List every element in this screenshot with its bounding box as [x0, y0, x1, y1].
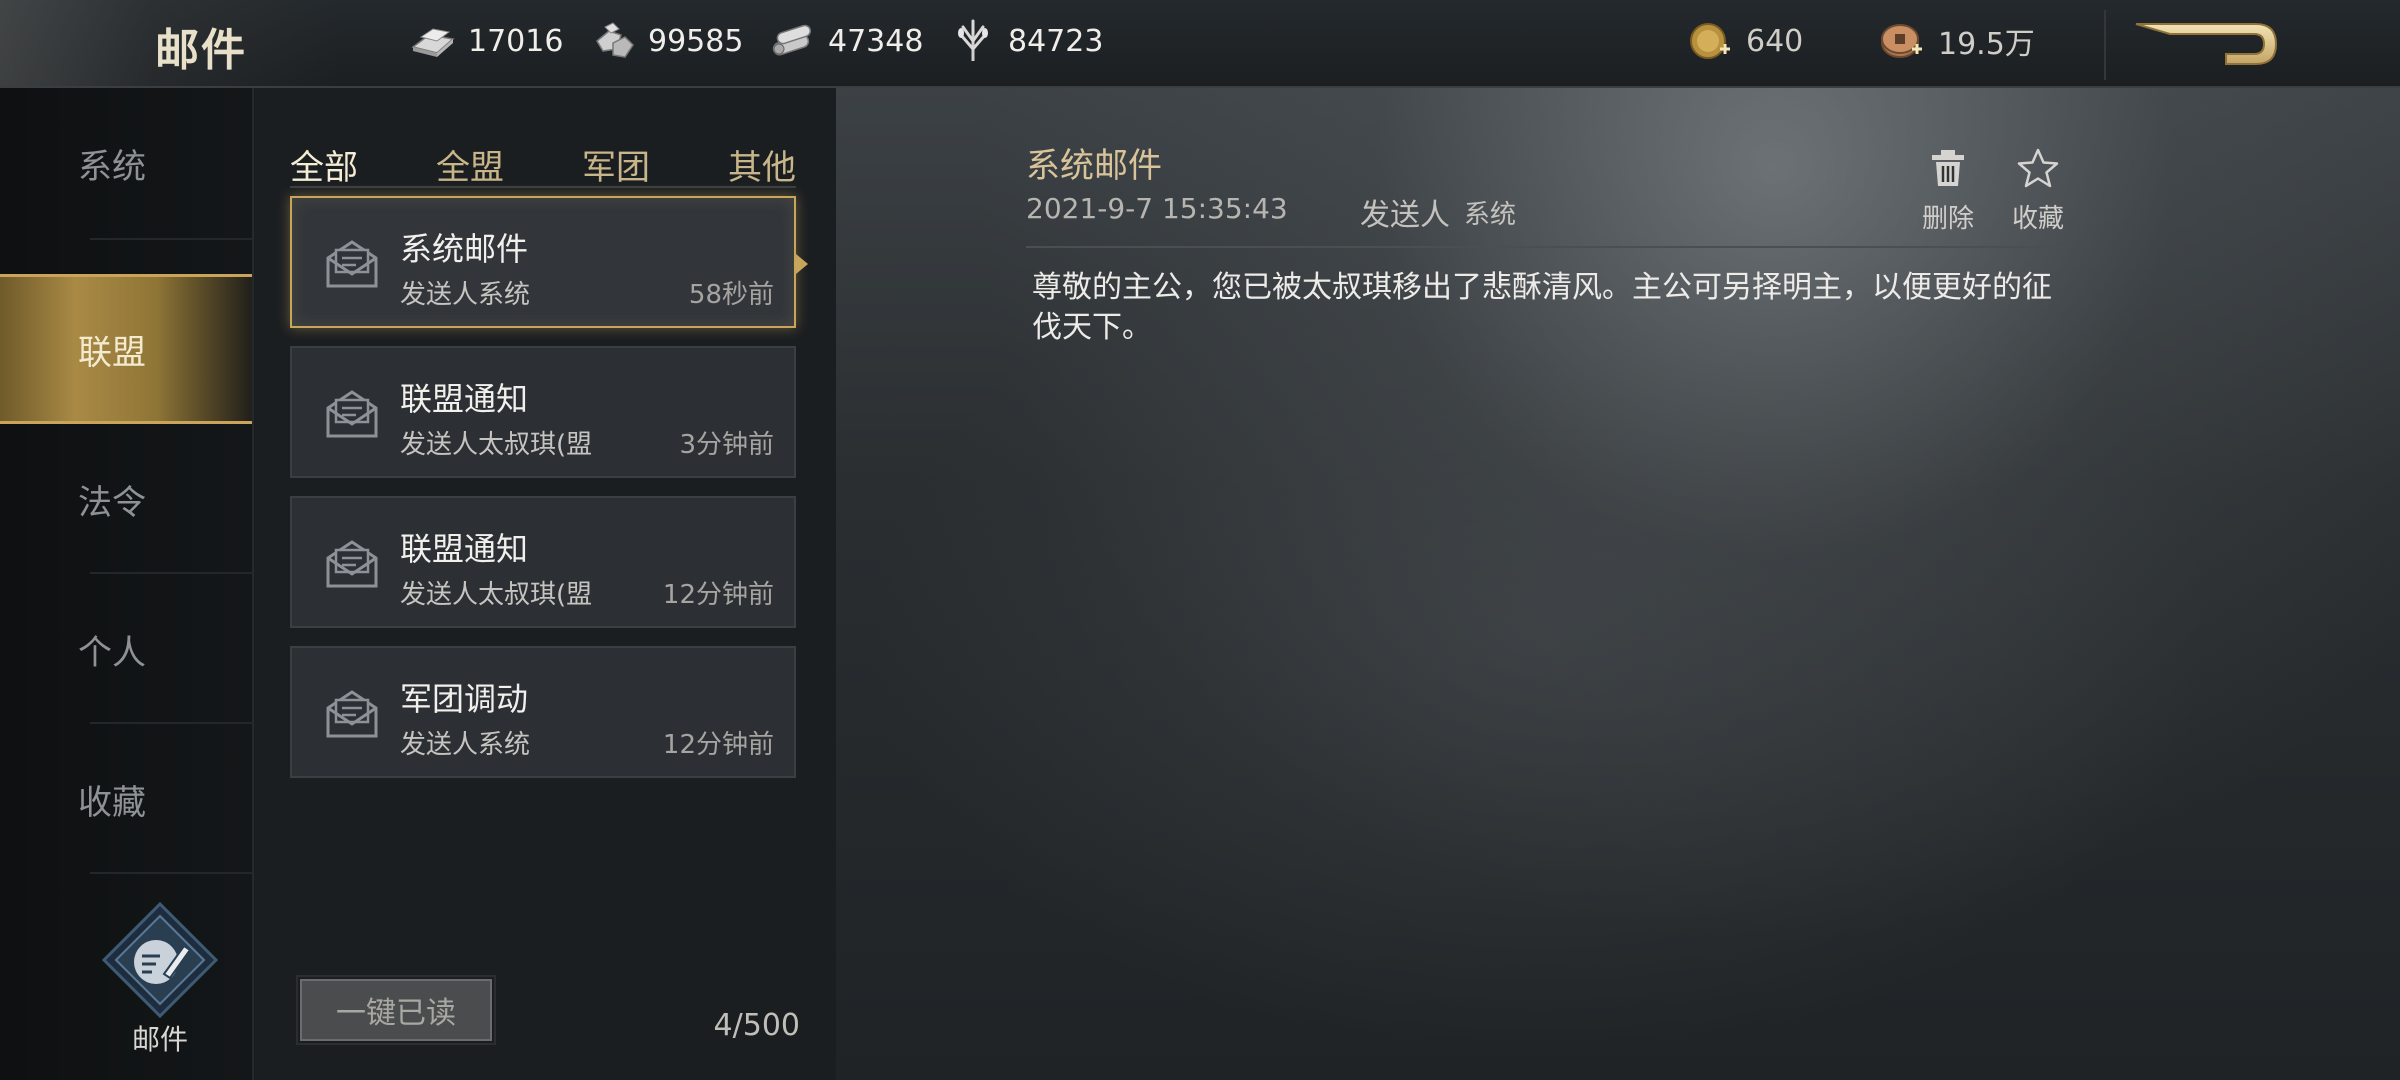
resource-grain-value: 84723 — [1008, 23, 1104, 59]
mail-list-panel: 全部 全盟 军团 其他 系统邮件 发送人系统 58秒前 联盟通知 发送人太叔琪(… — [254, 88, 836, 1080]
tab-all-alliance[interactable]: 全盟 — [436, 140, 504, 188]
category-sidebar: 系统 联盟 法令 个人 收藏 邮件 — [0, 88, 254, 1080]
mail-detail-sender-label: 发送人 — [1360, 198, 1450, 233]
currency-copper-value: 19.5万 — [1938, 27, 2035, 62]
delete-label: 删除 — [1921, 204, 1974, 234]
sidebar-item-decree[interactable]: 法令 — [0, 424, 252, 574]
mail-sender: 发送人太叔琪(盟 — [400, 580, 593, 610]
sidebar-item-system[interactable]: 系统 — [0, 88, 252, 238]
sidebar-item-label: 收藏 — [78, 782, 146, 823]
mail-title: 联盟通知 — [400, 530, 529, 568]
sidebar-item-label: 联盟 — [78, 332, 146, 373]
tab-other[interactable]: 其他 — [728, 140, 796, 188]
mail-list-item[interactable]: 军团调动 发送人系统 12分钟前 — [290, 646, 796, 778]
header-divider — [2104, 10, 2106, 80]
tab-legion[interactable]: 军团 — [582, 140, 650, 188]
favorite-label: 收藏 — [2011, 204, 2064, 234]
mail-list-item[interactable]: 联盟通知 发送人太叔琪(盟 3分钟前 — [290, 346, 796, 478]
currency-gold[interactable]: 640 — [1686, 16, 1803, 66]
mail-time: 58秒前 — [688, 280, 774, 310]
mail-count: 4/500 — [713, 1008, 800, 1043]
star-outline-icon — [2017, 148, 2059, 188]
mail-list-item[interactable]: 系统邮件 发送人系统 58秒前 — [290, 196, 808, 328]
mail-time: 12分钟前 — [662, 580, 774, 610]
mail-title: 军团调动 — [400, 680, 529, 718]
filter-tabs: 全部 全盟 军团 其他 — [290, 140, 796, 188]
mail-detail-panel: 系统邮件 2021-9-7 15:35:43 发送人 系统 删除 收藏 尊敬的主… — [836, 88, 2400, 1080]
resource-wood-value: 47348 — [828, 23, 924, 59]
wood-icon — [768, 20, 818, 62]
resource-iron-value: 17016 — [468, 23, 564, 59]
currency-copper[interactable]: 19.5万 — [1878, 16, 2035, 66]
sidebar-item-favorites[interactable]: 收藏 — [0, 724, 252, 874]
mail-detail-body: 尊敬的主公，您已被太叔琪移出了悲酥清风。主公可另择明主，以便更好的征伐天下。 — [1032, 270, 2052, 345]
mail-time: 12分钟前 — [662, 730, 774, 760]
sidebar-item-label: 个人 — [78, 632, 146, 673]
iron-ingot-icon — [408, 20, 458, 62]
stone-icon — [588, 20, 638, 62]
resource-iron: 17016 — [408, 16, 563, 66]
envelope-open-icon — [324, 688, 380, 740]
envelope-open-icon — [324, 538, 380, 590]
sidebar-item-label: 法令 — [78, 482, 146, 523]
sidebar-item-alliance[interactable]: 联盟 — [0, 274, 252, 424]
currency-gold-value: 640 — [1746, 23, 1804, 59]
mail-time: 3分钟前 — [679, 430, 774, 460]
page-title: 邮件 — [155, 25, 247, 76]
copper-coin-plus-icon — [1878, 20, 1928, 62]
sidebar-item-personal[interactable]: 个人 — [0, 574, 252, 724]
resource-stone: 99585 — [588, 16, 743, 66]
mail-sender: 发送人太叔琪(盟 — [400, 430, 593, 460]
mark-all-read-button[interactable]: 一键已读 — [296, 975, 496, 1045]
mail-sender: 发送人系统 — [400, 280, 531, 310]
gold-coin-plus-icon — [1686, 20, 1736, 62]
mail-detail-title: 系统邮件 — [1026, 146, 1162, 186]
mail-sender: 发送人系统 — [400, 730, 531, 760]
mail-detail-date: 2021-9-7 15:35:43 — [1026, 192, 1288, 225]
mail-list-item[interactable]: 联盟通知 发送人太叔琪(盟 12分钟前 — [290, 496, 796, 628]
resource-grain: 84723 — [948, 16, 1103, 66]
favorite-button[interactable]: 收藏 — [2008, 148, 2068, 235]
compose-mail-button[interactable]: 邮件 — [101, 900, 219, 1056]
compose-mail-icon — [101, 901, 219, 1019]
top-bar: 邮件 17016 99585 47348 84723 640 19.5万 — [0, 0, 2400, 88]
tab-all[interactable]: 全部 — [290, 140, 358, 188]
grain-icon — [948, 19, 998, 62]
delete-button[interactable]: 删除 — [1918, 148, 1978, 235]
envelope-open-icon — [324, 238, 380, 290]
sidebar-item-label: 系统 — [78, 146, 146, 187]
mail-detail-sender: 系统 — [1464, 200, 1517, 230]
selection-pointer — [796, 254, 808, 274]
mail-screen: 邮件 17016 99585 47348 84723 640 19.5万 系统 … — [0, 0, 2400, 1080]
back-button[interactable] — [2130, 18, 2280, 74]
detail-divider — [1026, 246, 2066, 248]
trash-icon — [1932, 150, 1964, 186]
resource-wood: 47348 — [768, 16, 923, 66]
compose-mail-label: 邮件 — [131, 1023, 188, 1056]
sidebar-divider — [90, 872, 252, 874]
resource-stone-value: 99585 — [648, 23, 744, 59]
sidebar-divider — [90, 238, 252, 240]
mail-title: 系统邮件 — [400, 230, 529, 268]
envelope-open-icon — [324, 388, 380, 440]
back-arrow-icon — [2135, 23, 2278, 65]
mail-title: 联盟通知 — [400, 380, 529, 418]
